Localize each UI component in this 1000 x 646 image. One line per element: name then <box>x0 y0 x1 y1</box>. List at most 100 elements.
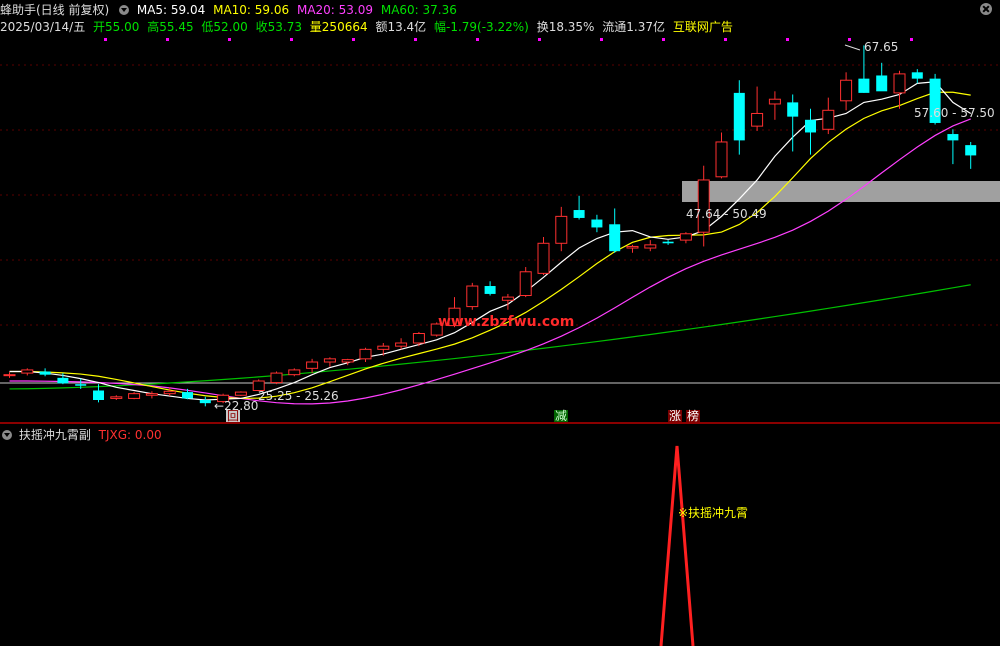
candle-body <box>93 390 104 400</box>
candle <box>947 129 959 165</box>
sector-link[interactable]: 互联网广告 <box>673 20 733 34</box>
indicator-panel <box>659 44 861 646</box>
high-label: 高55.45 <box>147 20 194 34</box>
top-dot <box>786 38 789 41</box>
candle <box>270 371 283 385</box>
candle <box>145 391 158 399</box>
volume-label: 量250664 <box>309 20 368 34</box>
candles <box>3 45 977 407</box>
header-row-1: 蜂助手(日线 前复权) MA5: 59.04 MA10: 59.06 MA20:… <box>0 3 461 17</box>
ma10-label: MA10: 59.06 <box>213 3 290 17</box>
top-dot <box>662 38 665 41</box>
candle <box>3 372 16 378</box>
ma20-label: MA20: 53.09 <box>296 3 374 17</box>
top-dot <box>910 38 913 41</box>
candle-body <box>805 119 816 133</box>
candle-body <box>21 369 34 374</box>
top-dot <box>600 38 603 41</box>
amount-label: 额13.4亿 <box>375 20 427 34</box>
candle <box>822 97 835 135</box>
candle-body <box>110 396 123 399</box>
ma60-label: MA60: 37.36 <box>380 3 457 17</box>
candle-body <box>768 98 781 105</box>
low-label: 低52.00 <box>201 20 248 34</box>
candle-body <box>412 333 425 344</box>
top-dot <box>228 38 231 41</box>
candle-body <box>626 245 639 249</box>
candle <box>537 236 550 275</box>
panel-divider[interactable] <box>0 422 1000 424</box>
candle <box>377 343 390 356</box>
candle-body <box>840 79 853 102</box>
top-dot <box>290 38 293 41</box>
candle-body <box>822 109 835 130</box>
indicator-header: 扶摇冲九霄副 TJXG: 0.00 <box>0 428 162 442</box>
ma5-label: MA5: 59.04 <box>136 3 206 17</box>
candle-body <box>947 134 959 141</box>
candle <box>787 94 799 152</box>
candle-body <box>609 224 621 252</box>
low-range-label: 25.25 - 25.26 <box>258 389 339 403</box>
indicator-dropdown-icon[interactable] <box>2 430 12 440</box>
candle-body <box>591 219 603 228</box>
peak-pointer <box>844 44 861 51</box>
candle <box>288 368 301 377</box>
top-dot <box>848 38 851 41</box>
top-dots <box>104 38 913 41</box>
candle <box>21 368 34 376</box>
ma-lines <box>9 81 972 405</box>
candle-body <box>733 92 745 141</box>
candle <box>323 357 336 367</box>
candle <box>555 206 568 252</box>
candle-body <box>519 271 532 297</box>
turnover-label: 换18.35% <box>536 20 595 34</box>
candle-body <box>341 359 354 363</box>
candle <box>733 80 745 155</box>
close-label: 收53.73 <box>255 20 302 34</box>
candle-body <box>573 210 585 218</box>
candle <box>751 86 764 131</box>
dropdown-icon[interactable] <box>119 5 130 15</box>
candle <box>626 244 639 253</box>
float-label: 流通1.37亿 <box>602 20 666 34</box>
candle <box>805 108 816 155</box>
upper-zone-label: 57.60 - 57.50 <box>914 106 995 120</box>
candle <box>110 395 123 400</box>
top-dot <box>476 38 479 41</box>
indicator-title[interactable]: 扶摇冲九霄副 <box>19 428 91 442</box>
candle <box>39 368 51 377</box>
top-dot <box>104 38 107 41</box>
candle-body <box>662 241 674 244</box>
candle <box>876 62 888 92</box>
candle <box>128 392 141 400</box>
candle-body <box>182 392 193 399</box>
candle-body <box>234 391 247 396</box>
stock-name[interactable]: 蜂助手(日线 前复权) <box>0 3 109 17</box>
candle <box>484 281 496 296</box>
top-dot <box>538 38 541 41</box>
candle-body <box>3 374 16 377</box>
close-icon[interactable] <box>980 3 992 15</box>
candle <box>359 347 372 363</box>
change-label: 幅-1.79(-3.22%) <box>434 20 529 34</box>
indicator-value: TJXG: 0.00 <box>98 428 162 442</box>
candle-body <box>359 348 372 360</box>
candle <box>395 338 408 350</box>
candle-body <box>323 358 336 363</box>
candle <box>679 232 692 244</box>
resistance-zone <box>682 181 1000 202</box>
top-dot <box>724 38 727 41</box>
candle <box>573 195 585 220</box>
candle-body <box>893 73 906 94</box>
ma10-line <box>9 91 971 400</box>
candle-body <box>466 285 479 308</box>
date-label: 2025/03/14/五 <box>0 20 86 34</box>
candle-body <box>288 369 301 376</box>
top-dot <box>352 38 355 41</box>
candle-body <box>911 72 923 79</box>
candle <box>234 391 247 397</box>
candle-body <box>57 377 69 384</box>
candle <box>519 267 532 298</box>
candle <box>715 132 728 179</box>
header-row-2: 2025/03/14/五 开55.00 高55.45 低52.00 收53.73… <box>0 20 737 34</box>
